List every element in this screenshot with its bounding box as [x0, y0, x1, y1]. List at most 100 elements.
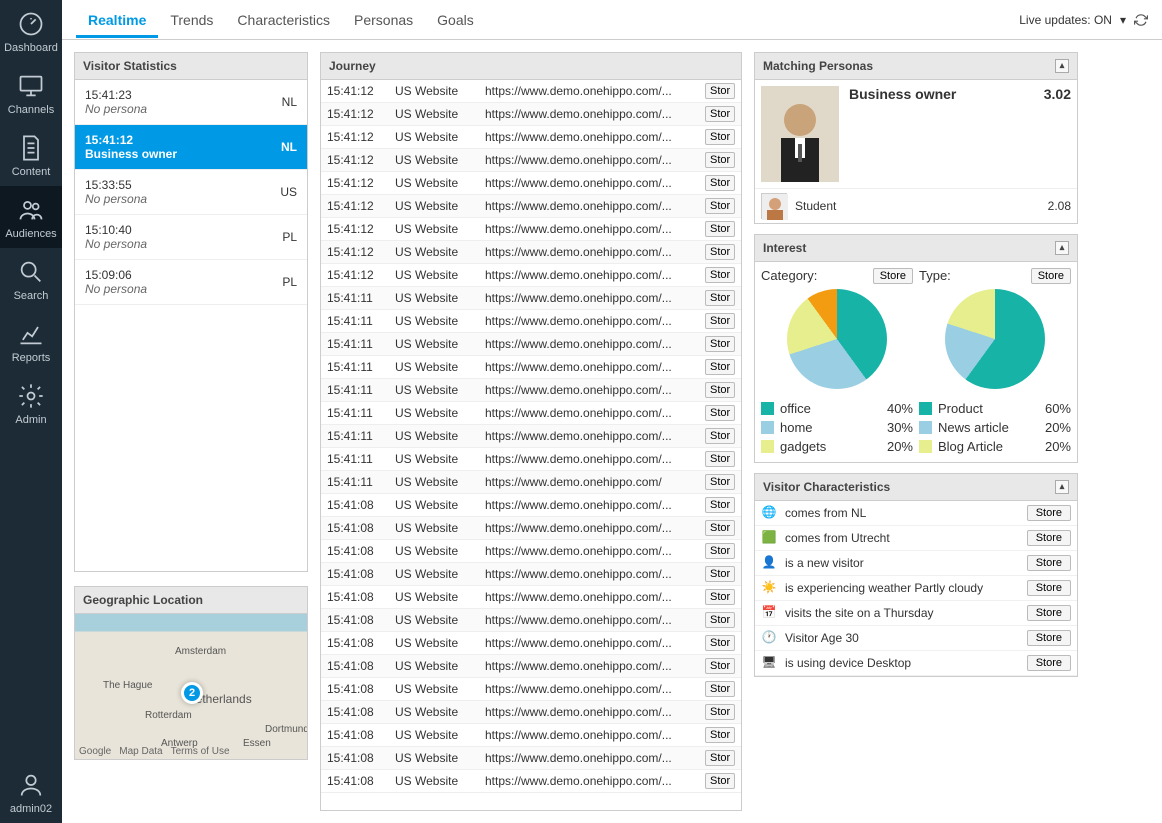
store-button[interactable]: Stor: [705, 129, 735, 145]
sidebar-item-channels[interactable]: Channels: [0, 62, 62, 124]
journey-row[interactable]: 15:41:12US Websitehttps://www.demo.onehi…: [321, 80, 741, 103]
tab-goals[interactable]: Goals: [425, 2, 486, 38]
store-button[interactable]: Stor: [705, 83, 735, 99]
store-button[interactable]: Stor: [705, 428, 735, 444]
store-button[interactable]: Store: [1027, 580, 1071, 596]
tab-realtime[interactable]: Realtime: [76, 2, 158, 38]
store-button[interactable]: Stor: [705, 589, 735, 605]
store-button[interactable]: Stor: [705, 681, 735, 697]
refresh-icon[interactable]: [1134, 13, 1148, 27]
journey-row[interactable]: 15:41:11US Websitehttps://www.demo.onehi…: [321, 402, 741, 425]
journey-row[interactable]: 15:41:08US Websitehttps://www.demo.onehi…: [321, 770, 741, 793]
visitor-item[interactable]: 15:41:23No personaNL: [75, 80, 307, 125]
map-attribution[interactable]: Terms of Use: [171, 746, 230, 757]
journey-row[interactable]: 15:41:12US Websitehttps://www.demo.onehi…: [321, 241, 741, 264]
sidebar-item-search[interactable]: Search: [0, 248, 62, 310]
store-button[interactable]: Stor: [705, 221, 735, 237]
store-button[interactable]: Stor: [705, 359, 735, 375]
sidebar-item-content[interactable]: Content: [0, 124, 62, 186]
store-button[interactable]: Store: [1027, 605, 1071, 621]
store-button[interactable]: Stor: [705, 175, 735, 191]
journey-row[interactable]: 15:41:11US Websitehttps://www.demo.onehi…: [321, 425, 741, 448]
store-button[interactable]: Stor: [705, 152, 735, 168]
journey-row[interactable]: 15:41:08US Websitehttps://www.demo.onehi…: [321, 678, 741, 701]
sidebar-item-dashboard[interactable]: Dashboard: [0, 0, 62, 62]
journey-row[interactable]: 15:41:12US Websitehttps://www.demo.onehi…: [321, 126, 741, 149]
store-button[interactable]: Stor: [705, 727, 735, 743]
store-button[interactable]: Store: [1027, 630, 1071, 646]
journey-row[interactable]: 15:41:08US Websitehttps://www.demo.onehi…: [321, 563, 741, 586]
journey-row[interactable]: 15:41:12US Websitehttps://www.demo.onehi…: [321, 103, 741, 126]
journey-row[interactable]: 15:41:08US Websitehttps://www.demo.onehi…: [321, 655, 741, 678]
store-button[interactable]: Stor: [705, 520, 735, 536]
visitor-item[interactable]: 15:09:06No personaPL: [75, 260, 307, 305]
persona-secondary[interactable]: Student 2.08: [755, 189, 1077, 223]
journey-row[interactable]: 15:41:08US Websitehttps://www.demo.onehi…: [321, 632, 741, 655]
journey-row[interactable]: 15:41:11US Websitehttps://www.demo.onehi…: [321, 356, 741, 379]
store-button[interactable]: Stor: [705, 106, 735, 122]
store-button[interactable]: Store: [1027, 555, 1071, 571]
journey-row[interactable]: 15:41:08US Websitehttps://www.demo.onehi…: [321, 586, 741, 609]
store-button[interactable]: Stor: [705, 405, 735, 421]
journey-row[interactable]: 15:41:12US Websitehttps://www.demo.onehi…: [321, 218, 741, 241]
store-button[interactable]: Stor: [705, 313, 735, 329]
store-button[interactable]: Stor: [705, 543, 735, 559]
store-button[interactable]: Stor: [705, 267, 735, 283]
store-button[interactable]: Store: [1027, 530, 1071, 546]
tab-trends[interactable]: Trends: [158, 2, 225, 38]
journey-row[interactable]: 15:41:08US Websitehttps://www.demo.onehi…: [321, 609, 741, 632]
store-button[interactable]: Stor: [705, 474, 735, 490]
store-button[interactable]: Stor: [705, 244, 735, 260]
sidebar-item-reports[interactable]: Reports: [0, 310, 62, 372]
store-button[interactable]: Stor: [705, 635, 735, 651]
journey-row[interactable]: 15:41:12US Websitehttps://www.demo.onehi…: [321, 172, 741, 195]
store-button[interactable]: Store: [1027, 505, 1071, 521]
journey-row[interactable]: 15:41:08US Websitehttps://www.demo.onehi…: [321, 517, 741, 540]
sidebar-item-admin[interactable]: Admin: [0, 372, 62, 434]
journey-row[interactable]: 15:41:08US Websitehttps://www.demo.onehi…: [321, 701, 741, 724]
journey-row[interactable]: 15:41:11US Websitehttps://www.demo.onehi…: [321, 471, 741, 494]
journey-row[interactable]: 15:41:08US Websitehttps://www.demo.onehi…: [321, 494, 741, 517]
store-button[interactable]: Stor: [705, 773, 735, 789]
store-button[interactable]: Stor: [705, 497, 735, 513]
journey-list[interactable]: 15:41:12US Websitehttps://www.demo.onehi…: [321, 80, 741, 810]
journey-row[interactable]: 15:41:12US Websitehttps://www.demo.onehi…: [321, 149, 741, 172]
store-button[interactable]: Stor: [705, 658, 735, 674]
store-button[interactable]: Store: [873, 268, 913, 284]
journey-row[interactable]: 15:41:12US Websitehttps://www.demo.onehi…: [321, 195, 741, 218]
journey-row[interactable]: 15:41:11US Websitehttps://www.demo.onehi…: [321, 310, 741, 333]
store-button[interactable]: Stor: [705, 336, 735, 352]
visitor-item[interactable]: 15:33:55No personaUS: [75, 170, 307, 215]
journey-row[interactable]: 15:41:08US Websitehttps://www.demo.onehi…: [321, 724, 741, 747]
store-button[interactable]: Store: [1031, 268, 1071, 284]
store-button[interactable]: Stor: [705, 451, 735, 467]
live-updates-toggle[interactable]: Live updates: ON ▾: [1019, 13, 1148, 27]
journey-row[interactable]: 15:41:12US Websitehttps://www.demo.onehi…: [321, 264, 741, 287]
persona-primary[interactable]: Business owner 3.02: [755, 80, 1077, 189]
collapse-icon[interactable]: ▴: [1055, 241, 1069, 255]
store-button[interactable]: Stor: [705, 612, 735, 628]
store-button[interactable]: Stor: [705, 198, 735, 214]
tab-characteristics[interactable]: Characteristics: [225, 2, 342, 38]
store-button[interactable]: Stor: [705, 290, 735, 306]
collapse-icon[interactable]: ▴: [1055, 480, 1069, 494]
collapse-icon[interactable]: ▴: [1055, 59, 1069, 73]
journey-row[interactable]: 15:41:11US Websitehttps://www.demo.onehi…: [321, 333, 741, 356]
journey-row[interactable]: 15:41:08US Websitehttps://www.demo.onehi…: [321, 747, 741, 770]
store-button[interactable]: Stor: [705, 704, 735, 720]
journey-row[interactable]: 15:41:08US Websitehttps://www.demo.onehi…: [321, 540, 741, 563]
store-button[interactable]: Stor: [705, 750, 735, 766]
store-button[interactable]: Stor: [705, 382, 735, 398]
tab-personas[interactable]: Personas: [342, 2, 425, 38]
journey-row[interactable]: 15:41:11US Websitehttps://www.demo.onehi…: [321, 448, 741, 471]
visitor-item[interactable]: 15:41:12Business ownerNL: [75, 125, 307, 170]
store-button[interactable]: Stor: [705, 566, 735, 582]
store-button[interactable]: Store: [1027, 655, 1071, 671]
visitor-item[interactable]: 15:10:40No personaPL: [75, 215, 307, 260]
map-view[interactable]: Amsterdam The Hague Netherlands Rotterda…: [75, 614, 307, 759]
sidebar-user[interactable]: admin02: [0, 761, 62, 823]
journey-row[interactable]: 15:41:11US Websitehttps://www.demo.onehi…: [321, 287, 741, 310]
journey-row[interactable]: 15:41:11US Websitehttps://www.demo.onehi…: [321, 379, 741, 402]
sidebar-item-audiences[interactable]: Audiences: [0, 186, 62, 248]
map-cluster-marker[interactable]: 2: [181, 682, 203, 704]
